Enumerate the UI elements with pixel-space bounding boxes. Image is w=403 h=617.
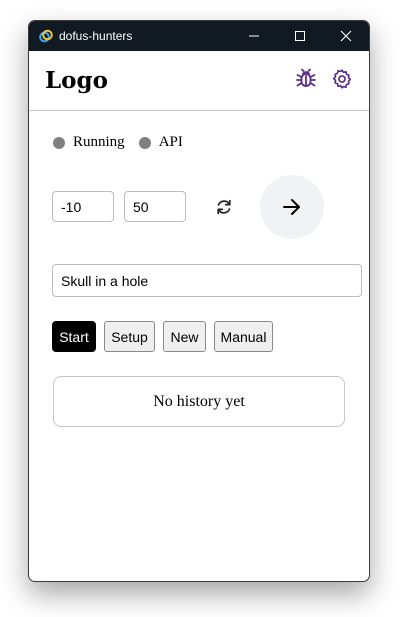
maximize-button[interactable] — [277, 21, 323, 51]
refresh-icon[interactable] — [214, 197, 234, 217]
bug-icon[interactable] — [295, 68, 317, 90]
x-coordinate-input[interactable] — [52, 191, 114, 222]
status-row: Running API — [53, 134, 197, 151]
setup-button[interactable]: Setup — [104, 321, 155, 352]
minimize-button[interactable] — [231, 21, 277, 51]
minimize-icon — [249, 35, 259, 37]
api-indicator — [138, 136, 151, 149]
history-panel: No history yet — [53, 376, 345, 427]
maximize-icon — [295, 31, 305, 41]
api-status: API — [138, 134, 183, 151]
arrow-right-icon — [283, 199, 300, 215]
app-window: dofus-hunters Logo Running API -10 50 Sk… — [28, 20, 370, 582]
app-icon — [38, 28, 54, 44]
api-label: API — [158, 134, 183, 150]
start-button[interactable]: Start — [52, 321, 96, 352]
app-header: Logo — [29, 51, 369, 111]
go-button[interactable] — [260, 175, 324, 239]
manual-button[interactable]: Manual — [214, 321, 273, 352]
gear-icon[interactable] — [331, 68, 353, 90]
running-label: Running — [73, 134, 125, 150]
running-indicator — [53, 136, 65, 149]
hint-input[interactable] — [52, 264, 362, 297]
y-coordinate-input[interactable] — [124, 191, 186, 222]
close-icon — [340, 30, 352, 42]
title-bar[interactable]: dofus-hunters — [29, 21, 369, 51]
window-title: dofus-hunters — [59, 29, 133, 43]
history-empty-text: No history yet — [153, 392, 245, 410]
new-button[interactable]: New — [163, 321, 206, 352]
logo: Logo — [45, 67, 108, 94]
close-button[interactable] — [323, 21, 369, 51]
running-status: Running — [53, 134, 125, 151]
